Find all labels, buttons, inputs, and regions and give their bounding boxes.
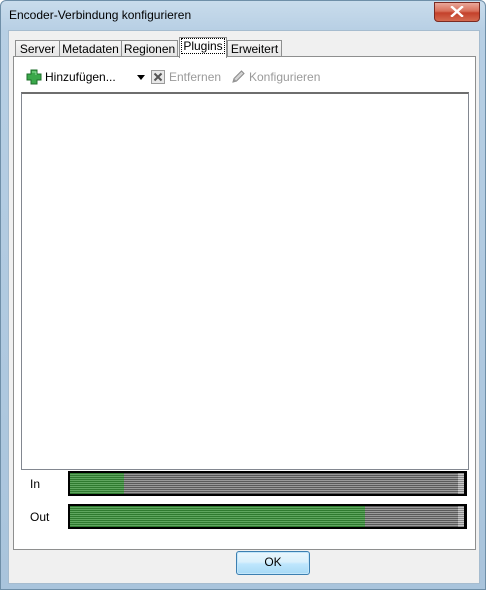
tab-metadaten[interactable]: Metadaten bbox=[59, 40, 122, 57]
in-meter-label: In bbox=[30, 477, 41, 491]
out-level-rest bbox=[365, 506, 458, 527]
in-level-meter bbox=[68, 471, 467, 496]
out-meter-label: Out bbox=[30, 510, 50, 524]
pencil-icon bbox=[232, 70, 245, 83]
plugins-toolbar: Hinzufügen... Entfernen Konfigurieren bbox=[18, 66, 468, 88]
configure-button[interactable]: Konfigurieren bbox=[230, 66, 320, 88]
plugins-list[interactable] bbox=[21, 92, 469, 470]
configure-label: Konfigurieren bbox=[249, 70, 321, 84]
in-level-fill bbox=[70, 473, 124, 494]
remove-label: Entfernen bbox=[169, 70, 222, 84]
window-title: Encoder-Verbindung konfigurieren bbox=[9, 8, 192, 22]
close-button[interactable] bbox=[434, 2, 480, 22]
green-plus-icon bbox=[26, 69, 42, 85]
close-icon bbox=[450, 6, 464, 17]
tab-plugins[interactable]: Plugins bbox=[179, 37, 227, 58]
dialog-window: Encoder-Verbindung konfigurieren Server … bbox=[0, 0, 486, 590]
tab-server[interactable]: Server bbox=[15, 40, 60, 57]
remove-button[interactable]: Entfernen bbox=[150, 66, 222, 88]
ok-button[interactable]: OK bbox=[236, 551, 310, 575]
dialog-client-area: Server Metadaten Regionen Plugins Erweit… bbox=[8, 30, 480, 584]
out-peak-indicator bbox=[458, 506, 464, 527]
tab-label: Plugins bbox=[181, 38, 225, 54]
in-level-rest bbox=[124, 473, 458, 494]
tab-label: Regionen bbox=[123, 42, 176, 56]
tab-label: Metadaten bbox=[62, 42, 119, 56]
tab-erweitert[interactable]: Erweitert bbox=[227, 40, 282, 57]
remove-x-icon bbox=[151, 70, 165, 84]
in-peak-indicator bbox=[458, 473, 464, 494]
title-bar[interactable]: Encoder-Verbindung konfigurieren bbox=[1, 1, 485, 29]
out-level-fill bbox=[70, 506, 365, 527]
tab-regionen[interactable]: Regionen bbox=[121, 40, 178, 57]
add-label: Hinzufügen... bbox=[45, 70, 116, 84]
plugins-panel: Hinzufügen... Entfernen Konfigurieren In… bbox=[13, 56, 476, 550]
tab-label: Server bbox=[19, 42, 56, 56]
tab-label: Erweitert bbox=[230, 42, 279, 56]
add-button[interactable]: Hinzufügen... bbox=[26, 66, 145, 88]
out-level-meter bbox=[68, 504, 467, 529]
dropdown-arrow-icon[interactable] bbox=[137, 75, 145, 80]
